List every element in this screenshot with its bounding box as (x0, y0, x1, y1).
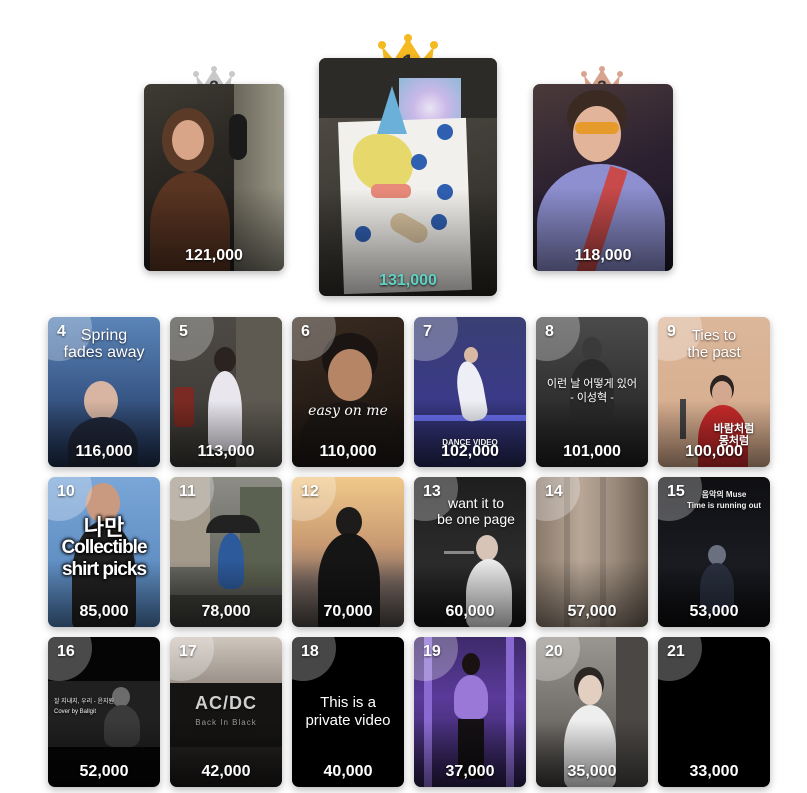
view-count: 116,000 (75, 443, 133, 460)
rank-number: 14 (545, 483, 563, 500)
view-count: 113,000 (197, 443, 255, 460)
video-card-rank-17[interactable]: 17 AC/DC Back In Black 42,000 (170, 637, 282, 787)
view-count: 110,000 (319, 443, 377, 460)
video-card-rank-10[interactable]: 10 나만 Collectible shirt picks 85,000 (48, 477, 160, 627)
view-count: 33,000 (689, 763, 739, 780)
view-count: 53,000 (689, 603, 739, 620)
view-count: 131,000 (379, 272, 437, 289)
thumbnail-caption: Ties to the past (687, 327, 741, 361)
thumbnail-caption: 음악의 Muse Time is running out (686, 490, 762, 510)
rank-number: 19 (423, 643, 441, 660)
thumbnail-caption-secondary: 나만 (83, 515, 125, 540)
video-card-rank-2[interactable]: 121,000 (144, 84, 284, 271)
video-card-rank-9[interactable]: 9 Ties to the past 바람처럼 몽처럼 100,000 (658, 317, 770, 467)
view-count: 121,000 (185, 247, 243, 264)
view-count: 57,000 (567, 603, 617, 620)
video-card-rank-19[interactable]: 19 37,000 (414, 637, 526, 787)
rank-number: 10 (57, 483, 75, 500)
rank-number: 21 (667, 643, 685, 660)
thumbnail-caption-secondary: Back In Black (195, 718, 257, 727)
video-card-rank-3[interactable]: 118,000 (533, 84, 673, 271)
rank-number: 18 (301, 643, 319, 660)
view-count: 60,000 (445, 603, 495, 620)
view-count: 100,000 (685, 443, 743, 460)
rank-number: 12 (301, 483, 319, 500)
video-card-rank-11[interactable]: 11 78,000 (170, 477, 282, 627)
video-card-rank-16[interactable]: 16 잘 지내지, 우리 - 윤지원 Cover by Ballgit 52,0… (48, 637, 160, 787)
view-count: 85,000 (79, 603, 129, 620)
video-card-rank-18[interactable]: 18 This is a private video 40,000 (292, 637, 404, 787)
video-card-rank-13[interactable]: 13 want it to be one page 60,000 (414, 477, 526, 627)
view-count: 118,000 (574, 247, 632, 264)
thumbnail-caption: want it to be one page (437, 495, 515, 527)
view-count: 42,000 (201, 763, 251, 780)
rank-number: 17 (179, 643, 197, 660)
video-card-rank-5[interactable]: 5 113,000 (170, 317, 282, 467)
thumbnail-caption: Spring fades away (63, 327, 145, 361)
thumbnail-caption: 잘 지내지, 우리 - 윤지원 Cover by Ballgit (54, 699, 115, 715)
rank-number: 6 (301, 323, 310, 340)
thumbnail-caption: Collectible shirt picks (61, 537, 147, 580)
rank-number: 8 (545, 323, 554, 340)
video-card-rank-8[interactable]: 8 이런 날 어떻게 있어 - 이성혁 - 101,000 (536, 317, 648, 467)
rank-number: 20 (545, 643, 563, 660)
video-card-rank-21[interactable]: 21 33,000 (658, 637, 770, 787)
video-card-rank-4[interactable]: 4 Spring fades away 116,000 (48, 317, 160, 467)
video-card-rank-20[interactable]: 20 35,000 (536, 637, 648, 787)
rank-number: 7 (423, 323, 432, 340)
view-count: 40,000 (323, 763, 373, 780)
view-count: 70,000 (323, 603, 373, 620)
video-card-rank-1[interactable]: 131,000 (319, 58, 497, 296)
view-count: 101,000 (563, 443, 621, 460)
thumbnail-caption: 이런 날 어떻게 있어 - 이성혁 - (546, 378, 638, 404)
rank-number: 16 (57, 643, 75, 660)
view-count: 52,000 (79, 763, 129, 780)
video-card-rank-6[interactable]: 6 easy on me 110,000 (292, 317, 404, 467)
video-card-rank-12[interactable]: 12 70,000 (292, 477, 404, 627)
view-count: 78,000 (201, 603, 251, 620)
video-card-rank-15[interactable]: 15 음악의 Muse Time is running out 53,000 (658, 477, 770, 627)
rank-number: 11 (179, 483, 196, 500)
view-count: 35,000 (567, 763, 617, 780)
view-count: 102,000 (441, 443, 499, 460)
private-video-message: This is a private video (305, 694, 391, 729)
view-count: 37,000 (445, 763, 495, 780)
thumbnail-caption: easy on me (308, 403, 388, 419)
rank-number: 5 (179, 323, 188, 340)
video-card-rank-14[interactable]: 14 57,000 (536, 477, 648, 627)
video-card-rank-7[interactable]: 7 DANCE VIDEO 102,000 (414, 317, 526, 467)
thumbnail-caption: AC/DC (195, 693, 257, 713)
